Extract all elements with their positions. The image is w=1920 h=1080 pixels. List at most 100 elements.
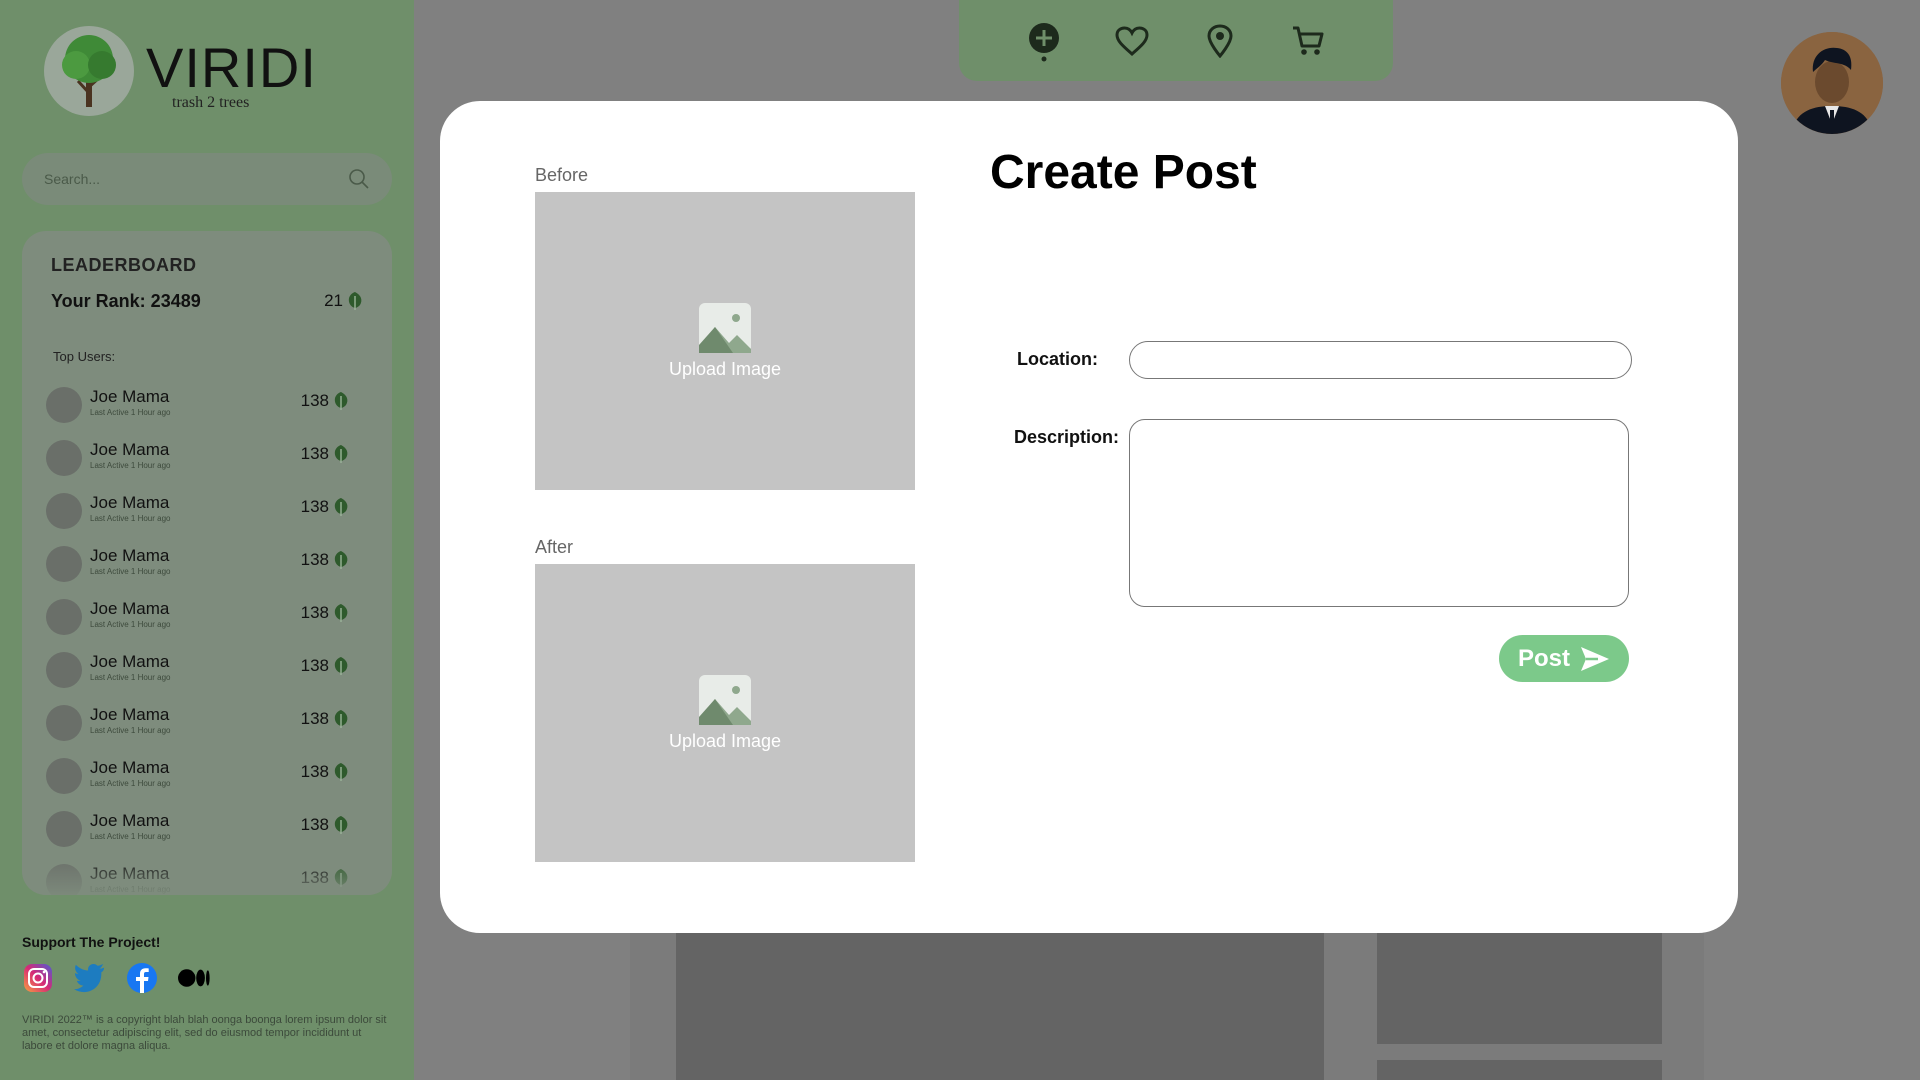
instagram-icon[interactable] <box>22 962 54 994</box>
user-last-active: Last Active 1 Hour ago <box>90 514 171 523</box>
leaderboard-row[interactable]: Joe Mama Last Active 1 Hour ago 138 <box>46 752 376 805</box>
user-score: 138 <box>301 497 350 517</box>
user-avatar-small <box>46 546 82 582</box>
user-last-active: Last Active 1 Hour ago <box>90 461 171 470</box>
footer-text: VIRIDI 2022™ is a copyright blah blah oo… <box>22 1014 387 1052</box>
user-last-active: Last Active 1 Hour ago <box>90 779 171 788</box>
user-avatar[interactable] <box>1781 32 1883 134</box>
user-score-value: 138 <box>300 762 329 781</box>
image-placeholder-icon <box>699 302 751 353</box>
user-score-value: 138 <box>300 497 329 516</box>
leaderboard-row[interactable]: Joe Mama Last Active 1 Hour ago 138 <box>46 540 376 593</box>
user-name: Joe Mama <box>90 599 170 618</box>
leaf-icon <box>334 710 348 728</box>
user-avatar-small <box>46 758 82 794</box>
user-avatar-small <box>46 705 82 741</box>
your-rank: Your Rank: 23489 <box>51 291 201 311</box>
medium-icon[interactable] <box>178 962 210 994</box>
location-label: Location: <box>1017 349 1098 369</box>
search-bar[interactable]: Search... <box>22 153 392 205</box>
user-avatar-small <box>46 387 82 423</box>
leaderboard-title: LEADERBOARD <box>51 255 197 275</box>
heart-icon[interactable] <box>1112 21 1152 61</box>
user-last-active: Last Active 1 Hour ago <box>90 726 171 735</box>
description-label: Description: <box>1014 427 1120 447</box>
logo[interactable] <box>44 26 134 116</box>
user-last-active: Last Active 1 Hour ago <box>90 673 171 682</box>
user-name: Joe Mama <box>90 493 170 512</box>
post-button-label: Post <box>1517 644 1570 672</box>
send-icon <box>1581 646 1609 671</box>
search-icon[interactable] <box>348 168 370 190</box>
facebook-icon[interactable] <box>126 962 158 994</box>
user-score: 138 <box>301 762 350 782</box>
user-score-value: 138 <box>300 603 329 622</box>
user-avatar-small <box>46 652 82 688</box>
description-input[interactable] <box>1129 419 1629 607</box>
support-title: Support The Project! <box>22 934 161 950</box>
user-score: 138 <box>301 603 350 623</box>
leaf-icon <box>334 445 348 463</box>
user-last-active: Last Active 1 Hour ago <box>90 408 171 417</box>
your-rank-score-value: 21 <box>324 291 343 310</box>
sidebar: VIRIDI trash 2 trees Search... LEADERBOA… <box>0 0 414 1080</box>
leaderboard-row[interactable]: Joe Mama Last Active 1 Hour ago 138 <box>46 593 376 646</box>
user-name: Joe Mama <box>90 652 170 671</box>
location-pin-icon[interactable] <box>1200 21 1240 61</box>
list-fade <box>22 855 392 895</box>
user-name: Joe Mama <box>90 440 170 459</box>
user-score: 138 <box>301 444 350 464</box>
user-score: 138 <box>301 391 350 411</box>
feed-card-side-2 <box>1377 1060 1662 1080</box>
feed-card-side <box>1377 932 1662 1044</box>
user-avatar-small <box>46 440 82 476</box>
leaf-icon <box>334 498 348 516</box>
upload-image-label: Upload Image <box>668 358 782 379</box>
leaf-icon <box>334 763 348 781</box>
leaderboard-row[interactable]: Joe Mama Last Active 1 Hour ago 138 <box>46 434 376 487</box>
user-score-value: 138 <box>300 815 329 834</box>
user-name: Joe Mama <box>90 758 170 777</box>
brand-tagline: trash 2 trees <box>172 94 250 111</box>
after-upload[interactable]: Upload Image <box>535 564 915 862</box>
user-score-value: 138 <box>300 550 329 569</box>
user-score: 138 <box>301 709 350 729</box>
leaf-icon <box>334 816 348 834</box>
leaf-icon <box>334 551 348 569</box>
user-score: 138 <box>301 656 350 676</box>
user-avatar-small <box>46 599 82 635</box>
tree-icon <box>62 35 116 107</box>
user-name: Joe Mama <box>90 387 170 406</box>
leaderboard-row[interactable]: Joe Mama Last Active 1 Hour ago 138 <box>46 381 376 434</box>
your-rank-score: 21 <box>324 291 364 311</box>
brand-title: VIRIDI <box>146 36 317 99</box>
leaf-icon <box>348 292 362 310</box>
location-input[interactable] <box>1129 341 1632 379</box>
before-upload[interactable]: Upload Image <box>535 192 915 490</box>
user-name: Joe Mama <box>90 811 170 830</box>
user-name: Joe Mama <box>90 546 170 565</box>
twitter-icon[interactable] <box>74 962 106 994</box>
image-placeholder-icon <box>699 674 751 725</box>
leaderboard-row[interactable]: Joe Mama Last Active 1 Hour ago 138 <box>46 699 376 752</box>
top-navigation <box>959 0 1393 81</box>
user-avatar-small <box>46 493 82 529</box>
user-score-value: 138 <box>300 444 329 463</box>
leaderboard-row[interactable]: Joe Mama Last Active 1 Hour ago 138 <box>46 646 376 699</box>
user-last-active: Last Active 1 Hour ago <box>90 567 171 576</box>
user-name: Joe Mama <box>90 705 170 724</box>
cart-icon[interactable] <box>1288 21 1328 61</box>
post-button[interactable]: Post <box>1499 635 1629 682</box>
leaf-icon <box>334 657 348 675</box>
user-score: 138 <box>301 550 350 570</box>
social-links <box>22 962 210 994</box>
search-input[interactable]: Search... <box>44 171 348 187</box>
leaf-icon <box>334 604 348 622</box>
upload-image-label: Upload Image <box>668 730 782 751</box>
leaderboard-row[interactable]: Joe Mama Last Active 1 Hour ago 138 <box>46 805 376 858</box>
leaderboard-row[interactable]: Joe Mama Last Active 1 Hour ago 138 <box>46 487 376 540</box>
user-last-active: Last Active 1 Hour ago <box>90 832 171 841</box>
add-post-icon[interactable] <box>1024 21 1064 61</box>
user-portrait-icon <box>1781 32 1883 134</box>
user-score: 138 <box>301 815 350 835</box>
